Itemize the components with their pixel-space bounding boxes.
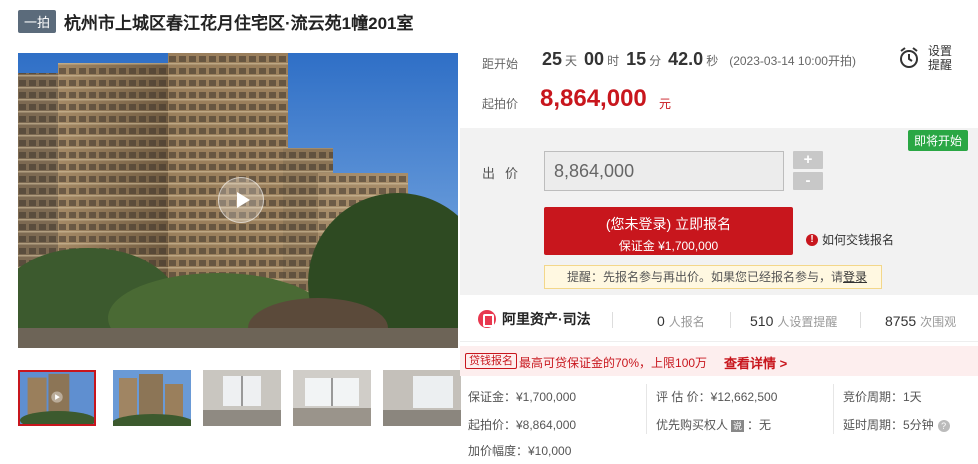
divider [730, 312, 731, 328]
signup-deposit-label: 保证金 ¥1,700,000 [618, 239, 719, 253]
signup-button[interactable]: (您未登录) 立即报名 保证金 ¥1,700,000 [544, 207, 793, 255]
thumbnail-3[interactable] [203, 370, 281, 426]
bid-amount-input[interactable]: 8,864,000 [544, 151, 784, 191]
warning-icon: ! [806, 233, 818, 246]
how-to-pay-link[interactable]: ! 如何交钱报名 [806, 231, 894, 248]
signup-button-label: (您未登录) 立即报名 [605, 216, 732, 232]
thumbnail-image [113, 370, 191, 426]
bidding-panel: 即将开始 出价 8,864,000 + - (您未登录) 立即报名 保证金 ¥1… [460, 128, 978, 295]
countdown-seconds: 42.0 [668, 49, 704, 69]
loan-description: 最高可贷保证金的70%，上限100万 [519, 356, 708, 370]
start-price-label: 起拍价 [482, 97, 519, 111]
page-title: 杭州市上城区春江花月住宅区·流云苑1幢201室 [64, 13, 414, 33]
video-play-button[interactable] [218, 177, 264, 223]
countdown-timer: 25 天 00 时 15 分 42.0 秒 (2023-03-14 10:00开… [542, 49, 856, 70]
organization[interactable]: 阿里资产·司法 [478, 309, 591, 329]
auction-logo-icon [478, 310, 496, 328]
bid-increase-button[interactable]: + [793, 151, 823, 169]
start-price-value: 8,864,000 [540, 85, 647, 112]
divider [860, 312, 861, 328]
notice-text: 提醒：先报名参与再出价。如果您已经报名参与，请 [567, 270, 844, 284]
reminder-count: 510 人设置提醒 [750, 313, 838, 329]
countdown-minutes: 15 [626, 49, 647, 69]
signup-count: 0 人报名 [657, 313, 705, 329]
thumbnail-5[interactable] [383, 370, 461, 426]
loan-tag: 贷钱报名 [465, 353, 517, 369]
deposit-info: 保证金：¥1,700,000 [468, 390, 577, 404]
divider [612, 312, 613, 328]
bid-label: 出价 [482, 166, 529, 181]
priority-buyer-info: 优先购买权人说：无 [656, 418, 772, 432]
priority-explain-badge[interactable]: 说 [731, 420, 745, 432]
login-link[interactable]: 登录 [843, 270, 867, 284]
minutes-unit: 分 [649, 54, 662, 68]
thumbnail-image [383, 370, 461, 426]
status-badge: 即将开始 [907, 130, 968, 151]
start-price-info: 起拍价：¥8,864,000 [468, 418, 577, 432]
countdown-days: 25 [542, 49, 563, 69]
delay-cycle-info: 延时周期：5分钟? [843, 416, 950, 433]
how-to-pay-label: 如何交钱报名 [822, 233, 895, 247]
auction-start-time: (2023-03-14 10:00开拍) [729, 54, 856, 68]
play-icon [236, 192, 250, 208]
days-unit: 天 [565, 54, 578, 68]
thumbnail-strip [18, 370, 461, 426]
bid-decrease-button[interactable]: - [793, 172, 823, 190]
auction-round-tag: 一拍 [18, 9, 57, 33]
alarm-clock-icon [900, 47, 918, 68]
loan-banner: 贷钱报名 最高可贷保证金的70%，上限100万 查看详情 > [460, 346, 978, 376]
thumbnail-2[interactable] [113, 370, 191, 426]
login-notice: 提醒：先报名参与再出价。如果您已经报名参与，请登录 [544, 265, 882, 289]
divider [646, 384, 647, 434]
thumbnail-1[interactable] [18, 370, 96, 426]
view-count: 8755 次围观 [885, 313, 957, 329]
set-reminder-button[interactable]: 设置提醒 [898, 38, 968, 78]
increment-info: 加价幅度：¥10,000 [468, 444, 572, 458]
title-bar: 一拍 杭州市上城区春江花月住宅区·流云苑1幢201室 [18, 8, 414, 34]
organization-name: 阿里资产·司法 [502, 311, 591, 327]
appraisal-info: 评 估 价：¥12,662,500 [656, 390, 778, 404]
bidding-cycle-info: 竞价周期：1天 [843, 390, 922, 404]
thumbnail-image [203, 370, 281, 426]
divider [833, 384, 834, 434]
thumbnail-4[interactable] [293, 370, 371, 426]
start-price-unit: 元 [659, 97, 672, 111]
question-icon[interactable]: ? [937, 420, 950, 432]
organization-row: 阿里资产·司法 0 人报名 510 人设置提醒 8755 次围观 [460, 296, 978, 342]
loan-details-link[interactable]: 查看详情 > [724, 353, 787, 372]
thumbnail-image [293, 370, 371, 426]
main-photo[interactable] [18, 53, 458, 348]
seconds-unit: 秒 [706, 54, 719, 68]
countdown-label: 距开始 [482, 57, 519, 71]
hours-unit: 时 [607, 54, 620, 68]
thumbnail-image [20, 372, 94, 424]
countdown-hours: 00 [584, 49, 605, 69]
set-reminder-label: 设置提醒 [927, 44, 952, 72]
